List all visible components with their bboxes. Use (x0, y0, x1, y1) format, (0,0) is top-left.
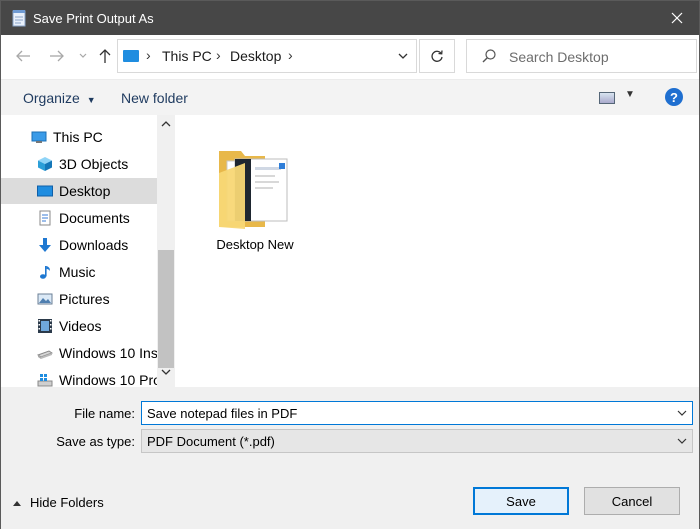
help-button[interactable]: ? (665, 88, 683, 106)
address-bar[interactable]: › This PC › Desktop › (117, 39, 417, 73)
chevron-down-icon[interactable] (676, 408, 688, 418)
sidebar-item-windows-10-insider-drive[interactable]: Windows 10 Insi (1, 340, 157, 366)
close-button[interactable] (655, 1, 699, 35)
file-name-input[interactable] (147, 405, 667, 421)
chevron-down-icon[interactable] (676, 436, 688, 446)
search-input[interactable] (509, 47, 689, 67)
sidebar-item-3d-objects[interactable]: 3D Objects (1, 151, 157, 177)
sidebar-item-label: Pictures (59, 291, 110, 307)
caret-down-icon[interactable]: ▼ (625, 89, 635, 100)
sidebar-item-label: This PC (53, 129, 103, 145)
sidebar-item-documents[interactable]: Documents (1, 205, 157, 231)
back-button[interactable] (13, 45, 33, 67)
sidebar-item-label: 3D Objects (59, 156, 129, 172)
hide-folders-label: Hide Folders (30, 495, 104, 510)
folder-item[interactable]: Desktop New (205, 133, 305, 253)
refresh-button[interactable] (419, 39, 455, 73)
sidebar-item-label: Music (59, 264, 96, 280)
this-pc-icon (123, 50, 139, 62)
sidebar-item-label: Documents (59, 210, 130, 226)
chevron-down-icon[interactable] (396, 49, 410, 63)
organize-label: Organize (23, 90, 80, 106)
breadcrumb-separator-icon[interactable]: › (146, 47, 151, 63)
sidebar-item-label: Windows 10 Insi (59, 345, 157, 361)
folder-name: Desktop New (216, 237, 294, 252)
search-icon (482, 49, 496, 63)
film-strip-icon (38, 319, 52, 333)
notepad-icon (12, 10, 26, 27)
drive-icon (37, 350, 53, 359)
folder-icon (219, 151, 288, 229)
desktop-icon (37, 185, 53, 197)
computer-icon (31, 131, 47, 143)
sidebar-item-label: Windows 10 Pro (59, 372, 157, 387)
sidebar-item-label: Downloads (59, 237, 129, 253)
documents-icon (39, 210, 51, 226)
music-note-icon (40, 266, 50, 279)
scroll-up-icon[interactable] (160, 119, 172, 129)
sidebar-item-pictures[interactable]: Pictures (1, 286, 157, 312)
hide-folders-toggle[interactable]: Hide Folders (11, 495, 104, 510)
sidebar-item-this-pc[interactable]: This PC (1, 124, 157, 150)
sidebar-item-desktop[interactable]: Desktop (1, 178, 157, 204)
save-form: File name: Save as type: PDF Document (*… (1, 387, 699, 529)
up-button[interactable] (95, 45, 115, 67)
arrow-left-icon (16, 50, 30, 62)
sidebar-item-downloads[interactable]: Downloads (1, 232, 157, 258)
search-box[interactable] (466, 39, 697, 73)
scrollbar-thumb[interactable] (158, 250, 174, 368)
sidebar-item-music[interactable]: Music (1, 259, 157, 285)
download-arrow-icon (39, 238, 51, 252)
save-button[interactable]: Save (473, 487, 569, 515)
sidebar-item-windows-10-pro-drive[interactable]: Windows 10 Pro (1, 367, 157, 387)
sidebar-item-videos[interactable]: Videos (1, 313, 157, 339)
file-list: Desktop New (175, 115, 699, 387)
cube-icon (38, 157, 52, 171)
window-title: Save Print Output As (33, 10, 154, 26)
navigation-pane: This PC 3D Objects Desktop Documents Dow… (1, 115, 175, 387)
chevron-down-icon (79, 53, 87, 58)
arrow-right-icon (50, 50, 64, 62)
file-name-combobox[interactable] (141, 401, 693, 425)
scroll-down-icon[interactable] (160, 367, 172, 377)
windows-drive-icon (37, 374, 53, 387)
organize-menu[interactable]: Organize ▼ (23, 90, 96, 106)
sidebar-item-label: Videos (59, 318, 102, 334)
chevron-up-icon (13, 500, 21, 506)
forward-button[interactable] (47, 45, 67, 67)
sidebar-item-label: Desktop (59, 183, 111, 199)
arrow-up-icon (99, 49, 111, 63)
command-toolbar: Organize ▼ New folder ▼ ? (1, 79, 699, 115)
title-bar: Save Print Output As (1, 1, 699, 35)
file-name-label: File name: (74, 406, 135, 421)
new-folder-button[interactable]: New folder (121, 90, 188, 106)
refresh-icon (431, 50, 443, 62)
cancel-button[interactable]: Cancel (584, 487, 680, 515)
breadcrumb-this-pc[interactable]: This PC (162, 48, 212, 64)
recent-locations-button[interactable] (73, 45, 93, 67)
breadcrumb-desktop[interactable]: Desktop (230, 48, 281, 64)
navigation-scrollbar[interactable] (157, 115, 175, 387)
save-as-type-value: PDF Document (*.pdf) (147, 434, 275, 449)
close-icon (671, 12, 683, 24)
breadcrumb-separator-icon[interactable]: › (288, 47, 293, 63)
caret-down-icon: ▼ (86, 95, 96, 105)
save-dialog: Save Print Output As › This PC › Desktop… (0, 0, 700, 529)
change-view-icon[interactable] (599, 92, 615, 104)
pictures-icon (37, 293, 53, 305)
save-as-type-select[interactable]: PDF Document (*.pdf) (141, 429, 693, 453)
breadcrumb-separator-icon[interactable]: › (216, 47, 221, 63)
save-as-type-label: Save as type: (56, 434, 135, 449)
